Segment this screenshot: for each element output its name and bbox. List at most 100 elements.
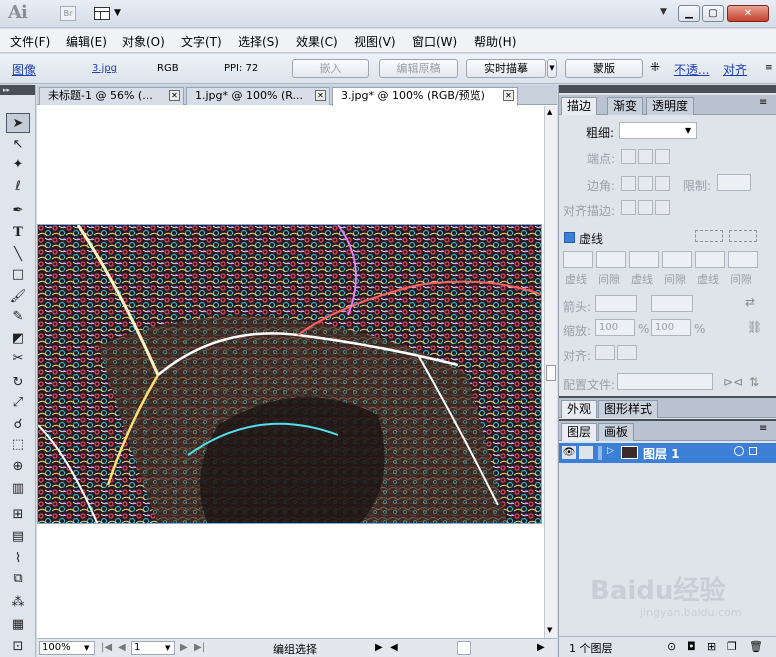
workspace-switcher-icon[interactable]: ▼ <box>660 7 667 17</box>
rotate-tool-icon[interactable]: ↻ <box>6 373 30 393</box>
selection-indicator[interactable] <box>749 447 757 455</box>
artboard-chevron-down-icon[interactable]: ▼ <box>165 644 170 652</box>
tab-stroke[interactable]: 描边 <box>561 97 598 115</box>
gradient-tool-icon[interactable]: ▤ <box>6 527 30 547</box>
butt-cap-icon[interactable] <box>621 149 636 164</box>
artboard-canvas[interactable] <box>37 106 544 638</box>
direct-selection-tool-icon[interactable]: ↖ <box>6 135 30 155</box>
scroll-down-icon[interactable]: ▼ <box>547 626 552 634</box>
maximize-button[interactable]: ▢ <box>702 5 724 22</box>
panel-menu-icon[interactable]: ≡ <box>759 97 767 108</box>
bevel-join-icon[interactable] <box>655 176 670 191</box>
vertical-scrollbar[interactable]: ▲ ▼ <box>544 106 557 638</box>
tab-graphic-styles[interactable]: 图形样式 <box>598 400 659 418</box>
bridge-button[interactable]: Br <box>60 6 76 21</box>
document-tab[interactable]: 未标题-1 @ 56% (... ✕ <box>39 87 184 105</box>
embed-button[interactable]: 嵌入 <box>292 59 369 78</box>
object-type-label[interactable]: 图像 <box>12 61 36 78</box>
gap-input-2[interactable] <box>662 251 692 268</box>
eyedropper-tool-icon[interactable]: ⌇ <box>6 549 30 569</box>
projecting-cap-icon[interactable] <box>655 149 670 164</box>
new-sublayer-icon[interactable]: ⊞ <box>707 640 716 653</box>
minimize-button[interactable]: ▁ <box>678 5 700 22</box>
paintbrush-tool-icon[interactable]: 🖌 <box>6 287 30 307</box>
artboard-tool-icon[interactable]: ⊡ <box>6 637 30 657</box>
zoom-chevron-down-icon[interactable]: ▼ <box>84 644 89 652</box>
symbol-sprayer-tool-icon[interactable]: ⁂ <box>6 593 30 613</box>
round-cap-icon[interactable] <box>638 149 653 164</box>
make-clipping-mask-icon[interactable]: ◘ <box>687 640 696 653</box>
flip-across-icon[interactable]: ⇅ <box>749 375 759 389</box>
gap-input-1[interactable] <box>596 251 626 268</box>
close-button[interactable]: ✕ <box>727 5 769 22</box>
first-artboard-icon[interactable]: |◀ <box>101 642 112 653</box>
scroll-right-icon[interactable]: ▶ <box>537 642 545 653</box>
menu-window[interactable]: 窗口(W) <box>412 33 457 50</box>
tracing-options-chevron-icon[interactable]: ▼ <box>547 59 557 78</box>
arrange-documents-button[interactable]: ▼ <box>94 6 124 22</box>
horizontal-scroll-thumb[interactable] <box>457 641 471 655</box>
last-artboard-icon[interactable]: ▶| <box>194 642 205 653</box>
blend-tool-icon[interactable]: ⧉ <box>6 569 30 589</box>
line-tool-icon[interactable]: ╲ <box>6 245 30 265</box>
tab-transparency[interactable]: 透明度 <box>646 97 695 115</box>
arrow-tip-at-end-icon[interactable] <box>617 345 637 360</box>
type-tool-icon[interactable]: T <box>6 223 30 243</box>
eraser-tool-icon[interactable]: ◩ <box>6 329 30 349</box>
miter-limit-input[interactable] <box>717 174 751 191</box>
panel-menu-icon[interactable]: ≡ <box>765 63 773 73</box>
mask-button[interactable]: 蒙版 <box>565 59 643 78</box>
scroll-up-icon[interactable]: ▲ <box>547 108 552 116</box>
layer-row[interactable]: 👁 ▷ 图层 1 <box>559 443 776 463</box>
dash-input-2[interactable] <box>629 251 659 268</box>
menu-type[interactable]: 文字(T) <box>181 33 222 50</box>
scissors-tool-icon[interactable]: ✂ <box>6 349 30 369</box>
lock-toggle[interactable] <box>579 446 593 459</box>
new-layer-icon[interactable]: ❐ <box>727 640 737 653</box>
live-trace-button[interactable]: 实时描摹 <box>466 59 546 78</box>
menu-object[interactable]: 对象(O) <box>122 33 165 50</box>
lasso-tool-icon[interactable]: ℓ <box>6 177 30 197</box>
scroll-thumb[interactable] <box>546 365 556 381</box>
toolbox-grip[interactable]: ▸▸ <box>0 85 35 95</box>
visibility-eye-icon[interactable]: 👁 <box>562 446 576 459</box>
menu-help[interactable]: 帮助(H) <box>474 33 516 50</box>
locate-object-icon[interactable]: ⊙ <box>667 640 676 653</box>
close-tab-icon[interactable]: ✕ <box>169 90 180 101</box>
menu-effect[interactable]: 效果(C) <box>296 33 338 50</box>
delete-layer-icon[interactable]: 🗑 <box>749 640 763 653</box>
panel-dock-grip[interactable] <box>559 85 776 93</box>
shape-builder-tool-icon[interactable]: ⊕ <box>6 457 30 477</box>
dashed-line-checkbox[interactable] <box>564 232 575 243</box>
gap-input-3[interactable] <box>728 251 758 268</box>
start-scale-input[interactable]: 100 <box>595 319 635 336</box>
menu-file[interactable]: 文件(F) <box>10 33 50 50</box>
swap-arrowheads-icon[interactable]: ⇄ <box>745 295 755 309</box>
start-arrowhead-select[interactable] <box>595 295 637 312</box>
dash-input-3[interactable] <box>695 251 725 268</box>
transform-reference-icon[interactable]: ⁜ <box>650 60 660 74</box>
document-tab[interactable]: 1.jpg* @ 100% (R... ✕ <box>186 87 330 105</box>
end-scale-input[interactable]: 100 <box>651 319 691 336</box>
width-profile-select[interactable] <box>617 373 713 390</box>
magic-wand-tool-icon[interactable]: ✦ <box>6 155 30 175</box>
layer-name[interactable]: 图层 1 <box>643 445 680 462</box>
document-tab-active[interactable]: 3.jpg* @ 100% (RGB/预览) ✕ <box>332 87 518 106</box>
expand-triangle-icon[interactable]: ▷ <box>607 446 614 456</box>
align-dashes-icon[interactable] <box>729 230 757 242</box>
align-link[interactable]: 对齐 <box>723 61 747 78</box>
menu-view[interactable]: 视图(V) <box>354 33 396 50</box>
status-menu-icon[interactable]: ▶ <box>375 642 383 653</box>
menu-edit[interactable]: 编辑(E) <box>66 33 107 50</box>
tab-gradient[interactable]: 渐变 <box>607 97 644 115</box>
opacity-link[interactable]: 不透... <box>674 61 709 78</box>
pencil-tool-icon[interactable]: ✎ <box>6 307 30 327</box>
tab-artboards[interactable]: 画板 <box>598 423 635 441</box>
glowing-edges-image[interactable] <box>37 224 542 524</box>
close-tab-icon[interactable]: ✕ <box>315 90 326 101</box>
menu-select[interactable]: 选择(S) <box>238 33 279 50</box>
tab-appearance[interactable]: 外观 <box>561 400 598 418</box>
close-tab-icon[interactable]: ✕ <box>503 90 514 101</box>
scroll-left-icon[interactable]: ◀ <box>390 642 398 653</box>
scale-tool-icon[interactable]: ⤢ <box>6 393 30 413</box>
